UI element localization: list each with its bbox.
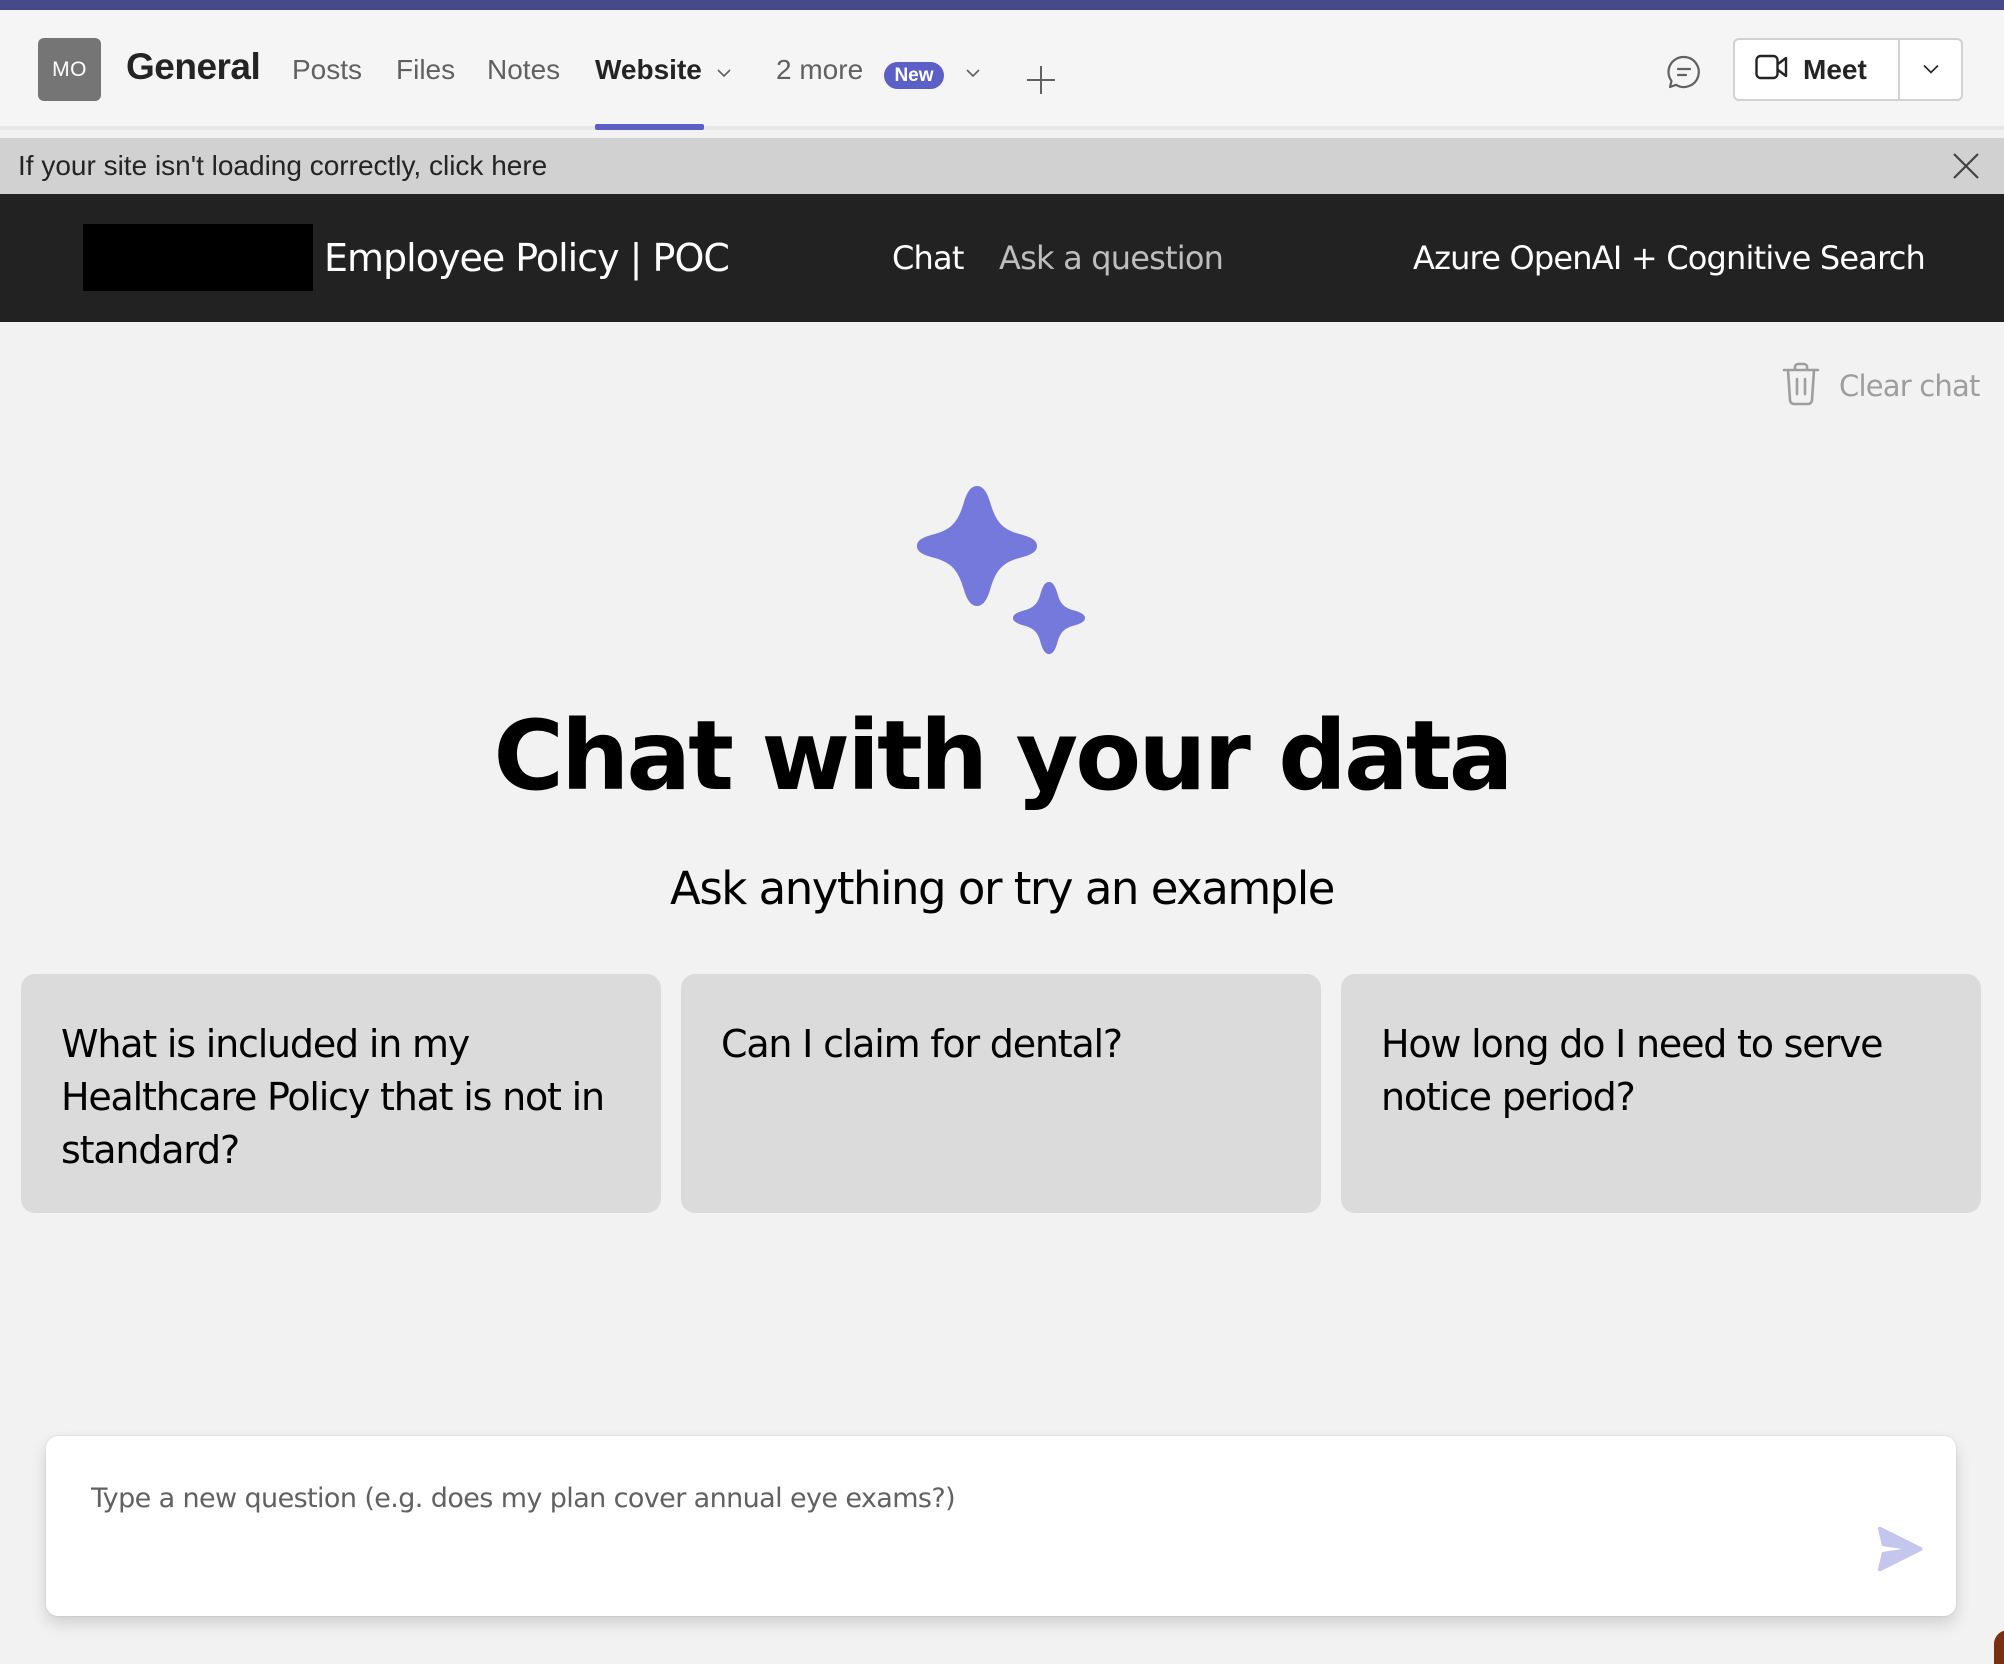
- sparkle-icon: [910, 480, 1100, 660]
- video-camera-icon: [1755, 54, 1789, 85]
- tab-website[interactable]: Website: [595, 54, 702, 86]
- send-button[interactable]: [1872, 1524, 1926, 1578]
- clear-chat-button[interactable]: Clear chat: [1781, 362, 1980, 411]
- example-card[interactable]: What is included in my Healthcare Policy…: [21, 974, 661, 1213]
- tab-posts[interactable]: Posts: [292, 54, 362, 86]
- teams-channel-header: MO General Posts Files Notes Website 2 m…: [0, 10, 2004, 130]
- close-banner-icon[interactable]: [1952, 152, 1980, 180]
- team-avatar[interactable]: MO: [38, 38, 101, 101]
- example-card[interactable]: Can I claim for dental?: [681, 974, 1321, 1213]
- example-text: Can I claim for dental?: [721, 1022, 1123, 1066]
- new-badge: New: [884, 62, 944, 89]
- meet-options-dropdown[interactable]: [1900, 40, 1961, 99]
- chevron-down-icon: [1922, 61, 1939, 79]
- more-chevron-down-icon[interactable]: [966, 68, 980, 82]
- nav-ask-question-link[interactable]: Ask a question: [999, 239, 1224, 277]
- channel-name: General: [126, 46, 261, 87]
- redacted-logo: [83, 224, 313, 291]
- clear-chat-label: Clear chat: [1839, 369, 1980, 403]
- question-input[interactable]: [91, 1468, 1871, 1528]
- example-text: How long do I need to serve notice perio…: [1381, 1022, 1884, 1119]
- question-box: [46, 1436, 1956, 1616]
- nav-chat-link[interactable]: Chat: [892, 239, 964, 277]
- active-tab-indicator: [595, 124, 704, 130]
- hero-subtitle: Ask anything or try an example: [670, 862, 1335, 915]
- meet-label: Meet: [1803, 53, 1867, 85]
- tab-notes[interactable]: Notes: [487, 54, 560, 86]
- tab-more[interactable]: 2 more: [776, 54, 863, 86]
- example-card[interactable]: How long do I need to serve notice perio…: [1341, 974, 1981, 1213]
- conversation-icon[interactable]: [1666, 54, 1702, 90]
- meet-button[interactable]: Meet: [1735, 40, 1900, 99]
- example-text: What is included in my Healthcare Policy…: [61, 1022, 605, 1172]
- tab-files[interactable]: Files: [396, 54, 455, 86]
- website-chevron-down-icon[interactable]: [717, 68, 731, 82]
- add-tab-plus-icon[interactable]: [1025, 64, 1057, 96]
- send-icon: [1874, 1526, 1924, 1577]
- site-loading-link[interactable]: If your site isn't loading correctly, cl…: [18, 150, 547, 182]
- site-loading-banner: If your site isn't loading correctly, cl…: [0, 138, 2004, 194]
- window-corner: [1994, 1630, 2004, 1664]
- trash-icon: [1781, 362, 1821, 411]
- hero-title: Chat with your data: [493, 700, 1514, 812]
- meet-button-group: Meet: [1733, 38, 1963, 101]
- teams-top-strip: [0, 0, 2004, 10]
- app-title[interactable]: Employee Policy | POC: [324, 236, 730, 280]
- app-subtitle-right: Azure OpenAI + Cognitive Search: [1412, 239, 1926, 277]
- app-navbar: Employee Policy | POC Chat Ask a questio…: [0, 194, 2004, 322]
